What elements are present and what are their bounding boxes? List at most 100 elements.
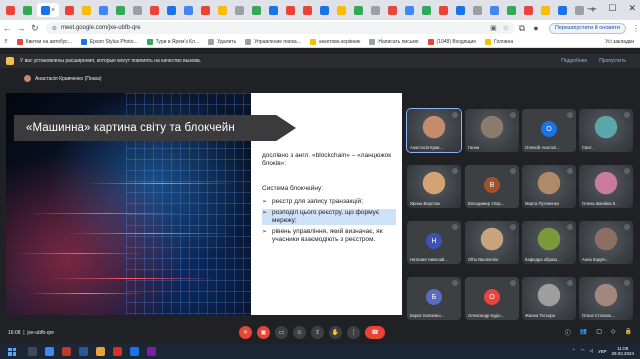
all-bookmarks-link[interactable]: Усі закладки [605,39,640,45]
profile-icon[interactable]: ● [529,23,543,33]
browser-tab[interactable] [113,3,127,17]
participant-tile[interactable]: Марта Путаненко [522,165,576,208]
browser-tab[interactable] [283,3,297,17]
browser-menu-icon[interactable]: ⋮ [632,24,640,33]
browser-tab[interactable] [334,3,348,17]
browser-tab[interactable] [164,3,178,17]
browser-tab[interactable] [130,3,144,17]
bookmark-item[interactable]: Epson Stylus Photo... [80,38,138,45]
browser-tab[interactable] [249,3,263,17]
bookmark-item[interactable]: (1048) Входящие [427,38,476,45]
chrome-icon[interactable] [45,347,54,356]
minimize-icon[interactable]: — [587,3,596,14]
browser-tab[interactable] [300,3,314,17]
bookmark-item[interactable]: Удалить [208,38,236,45]
raise-hand-button[interactable]: ✋ [329,326,342,339]
camera-toggle-button[interactable]: ▣ [257,326,270,339]
browser-tab[interactable] [20,3,34,17]
network-icon[interactable]: ◠ [581,348,585,354]
browser-tab[interactable] [487,3,501,17]
forward-icon[interactable]: → [14,23,28,33]
bookmark-item[interactable]: Тури в Ярем'з Кл... [146,38,199,45]
leave-call-button[interactable]: ☎ [365,326,385,339]
browser-tab[interactable] [555,3,569,17]
browser-tab[interactable] [368,3,382,17]
relaunch-update-button[interactable]: Перезапустити й оновити [548,22,626,34]
emoji-button[interactable]: ☺ [293,326,306,339]
browser-tab[interactable] [521,3,535,17]
browser-tab[interactable] [402,3,416,17]
bookmark-item[interactable]: Управление папка... [245,38,301,45]
search-icon[interactable] [28,347,37,356]
back-icon[interactable]: ← [0,23,14,33]
bookmark-item[interactable]: Написать письмо [369,38,419,45]
people-icon[interactable]: 👥 [580,328,587,337]
captions-button[interactable]: ▭ [275,326,288,339]
browser-tab[interactable] [453,3,467,17]
file-explorer-icon[interactable] [96,347,105,356]
browser-tab[interactable] [385,3,399,17]
participant-tile[interactable]: Анастасія Крав... [406,108,462,153]
browser-tab[interactable] [198,3,212,17]
maximize-icon[interactable]: ☐ [608,3,616,14]
browser-tab[interactable] [572,3,586,17]
participant-tile[interactable]: Б Борис Калиниш... [407,277,461,320]
browser-tab[interactable] [266,3,280,17]
browser-tab[interactable] [436,3,450,17]
tab-close-icon[interactable]: × [51,7,55,14]
participant-tile[interactable]: Кафедра образо... [522,221,576,264]
more-options-button[interactable]: ⋮ [347,326,360,339]
chevron-up-icon[interactable]: ⌃ [572,348,576,354]
participant-tile[interactable]: В Володимир Упор... [465,165,519,208]
browser-tab[interactable] [470,3,484,17]
participant-tile[interactable]: Olha Naumenko [465,221,519,264]
reload-icon[interactable]: ↻ [28,23,42,34]
address-bar[interactable]: ⊜ meet.google.com/jxe-ubfb-qre ▣ ☆ [45,22,515,34]
browser-tab[interactable] [96,3,110,17]
extensions-icon[interactable]: ⧉ [515,23,529,34]
volume-icon[interactable]: ◁ [590,348,593,354]
browser-tab[interactable] [147,3,161,17]
activities-icon[interactable]: ◇ [611,328,616,337]
browser-tab[interactable] [351,3,365,17]
browser-tab[interactable] [79,3,93,17]
participant-tile[interactable]: Ольга Степано... [579,277,633,320]
participant-tile[interactable]: Жанна Тетьора [522,277,576,320]
star-icon[interactable]: ☆ [503,24,509,32]
bookmark-item[interactable]: Квитки на автобус... [16,38,72,45]
participant-tile[interactable]: О Олексій Анатолі... [522,109,576,152]
banner-details-link[interactable]: Подробнее [561,58,587,64]
browser-tab[interactable] [3,3,17,17]
browser-tab[interactable] [504,3,518,17]
app-icon[interactable] [113,347,122,356]
browser-tab[interactable] [232,3,246,17]
browser-tab[interactable] [62,3,76,17]
close-window-icon[interactable]: ✕ [628,3,636,14]
info-icon[interactable]: ⓘ [565,328,571,337]
site-info-icon[interactable]: ⊜ [52,25,57,32]
browser-tab[interactable] [538,3,552,17]
microphone-toggle-button[interactable]: ✕ [239,326,252,339]
participant-tile[interactable]: Ганна [465,109,519,152]
participant-tile[interactable]: Анна Каруїн... [579,221,633,264]
browser-tab[interactable]: × [37,3,59,17]
windows-start-icon[interactable] [8,347,16,356]
browser-tab[interactable] [419,3,433,17]
browser-tab[interactable] [215,3,229,17]
app-icon[interactable] [62,347,71,356]
word-icon[interactable] [79,347,88,356]
bookmark-item[interactable]: анкетова керівник [309,38,360,45]
edge-icon[interactable] [130,347,139,356]
browser-tab[interactable] [181,3,195,17]
camera-status-icon[interactable]: ▣ [490,24,497,32]
participant-tile[interactable]: О Олександр Кудін... [465,277,519,320]
participant-tile[interactable]: Ирина Верстюк [407,165,461,208]
participant-tile[interactable]: Свит... [579,109,633,152]
apps-icon[interactable]: ⠿ [4,39,8,45]
browser-tab[interactable] [317,3,331,17]
language-indicator[interactable]: УКР [598,349,606,354]
bookmark-item[interactable]: Головна [485,38,513,45]
chat-icon[interactable]: ▢ [596,328,602,337]
participant-tile[interactable]: Олена Іванівна К... [579,165,633,208]
present-button[interactable]: ⇪ [311,326,324,339]
